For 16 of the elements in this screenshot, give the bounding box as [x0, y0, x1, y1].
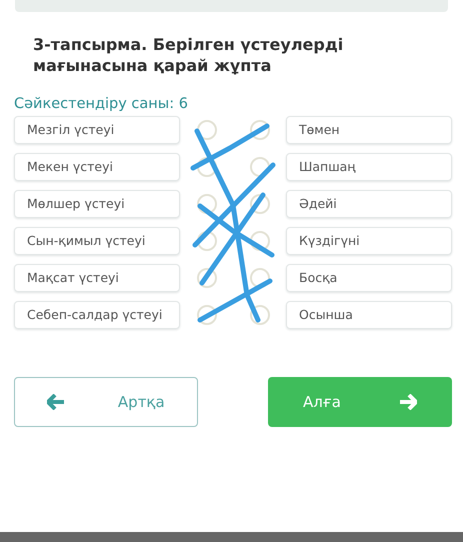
- answer-option[interactable]: Осынша: [286, 301, 452, 329]
- answer-option[interactable]: Төмен: [286, 116, 452, 144]
- answer-option[interactable]: Күздігүні: [286, 227, 452, 255]
- answer-option[interactable]: Сын-қимыл үстеуі: [14, 227, 180, 255]
- answer-option[interactable]: Себеп-салдар үстеуі: [14, 301, 180, 329]
- match-count: Сәйкестендіру саны: 6: [14, 96, 189, 112]
- answer-option[interactable]: Мезгіл үстеуі: [14, 116, 180, 144]
- answer-option[interactable]: Мөлшер үстеуі: [14, 190, 180, 218]
- answer-option[interactable]: Шапшаң: [286, 153, 452, 181]
- arrow-right-icon: [398, 394, 417, 410]
- answer-option[interactable]: Босқа: [286, 264, 452, 292]
- answer-option[interactable]: Мекен үстеуі: [14, 153, 180, 181]
- arrow-left-icon: [47, 394, 66, 410]
- task-title: 3-тапсырма. Берілген үстеулерді мағынасына қарай жұпта: [33, 34, 344, 76]
- answer-option[interactable]: Әдейі: [286, 190, 452, 218]
- answer-option[interactable]: Мақсат үстеуі: [14, 264, 180, 292]
